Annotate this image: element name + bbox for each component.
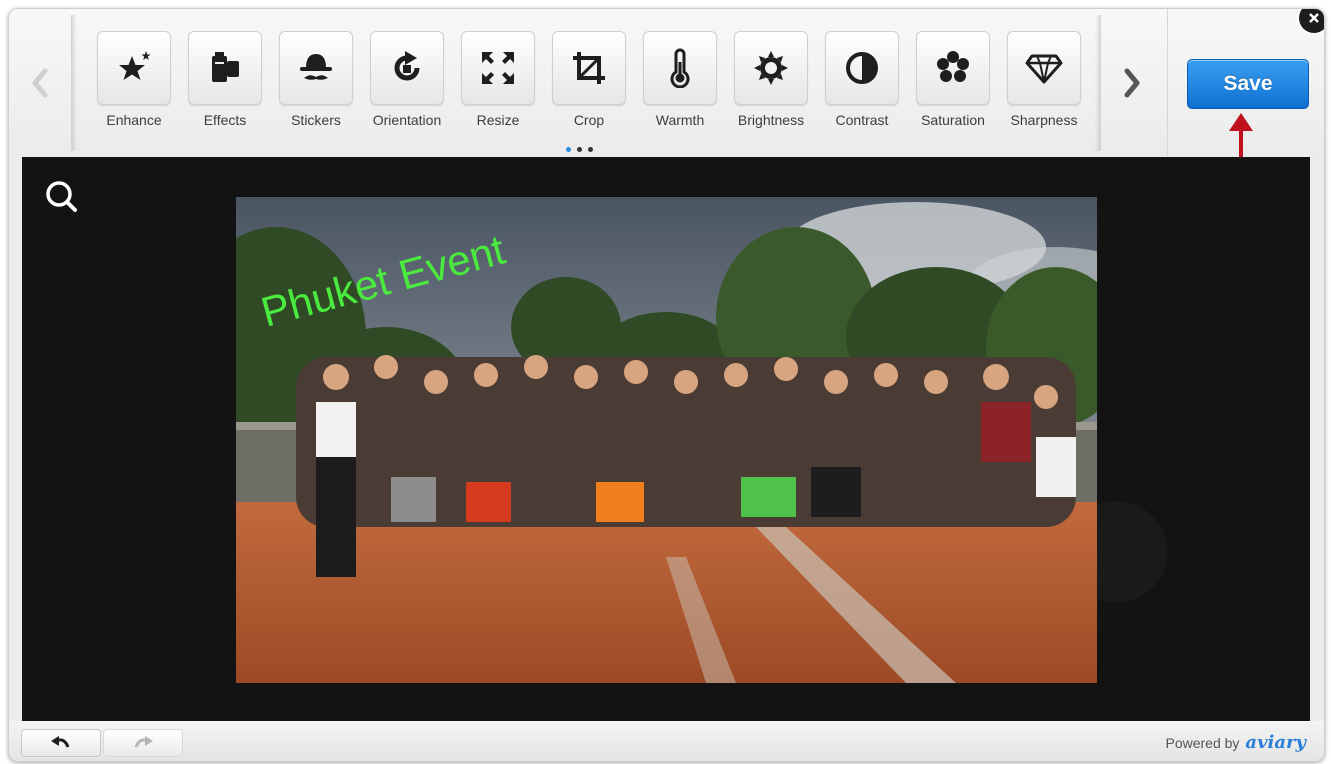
tool-label: Contrast bbox=[835, 112, 889, 128]
effects-icon bbox=[212, 52, 239, 82]
stickers-tool[interactable]: Stickers bbox=[268, 31, 364, 131]
page-indicator bbox=[566, 147, 593, 152]
close-icon bbox=[1309, 13, 1319, 23]
contrast-tile bbox=[825, 31, 899, 105]
photo-editor-window: Enhance Effects Stickers Orientation Res… bbox=[8, 8, 1325, 762]
tool-label: Enhance bbox=[106, 112, 162, 128]
tool-label: Brightness bbox=[737, 112, 805, 128]
group-photo: Phuket Event bbox=[236, 197, 1097, 683]
page-dot[interactable] bbox=[577, 147, 582, 152]
tool-label: Resize bbox=[476, 112, 520, 128]
brightness-tool[interactable]: Brightness bbox=[723, 31, 819, 131]
diamond-icon bbox=[1025, 54, 1063, 84]
stickers-tile bbox=[279, 31, 353, 105]
resize-tool[interactable]: Resize bbox=[450, 31, 546, 131]
sun-icon bbox=[754, 51, 788, 85]
enhance-icon bbox=[119, 51, 151, 80]
thermometer-icon bbox=[670, 48, 690, 88]
save-button[interactable]: Save bbox=[1187, 59, 1309, 109]
brightness-tile bbox=[734, 31, 808, 105]
tool-label: Stickers bbox=[291, 112, 341, 128]
resize-tile bbox=[461, 31, 535, 105]
effects-tool[interactable]: Effects bbox=[177, 31, 273, 131]
orientation-icon bbox=[394, 51, 420, 81]
previous-tools-button[interactable] bbox=[25, 61, 55, 105]
toolbar-divider bbox=[1167, 9, 1168, 156]
contrast-tool[interactable]: Contrast bbox=[814, 31, 910, 131]
enhance-tile bbox=[97, 31, 171, 105]
tools-rail: Enhance Effects Stickers Orientation Res… bbox=[71, 15, 1101, 151]
enhance-tool[interactable]: Enhance bbox=[86, 31, 182, 131]
photo-floor bbox=[236, 502, 1097, 683]
warmth-tile bbox=[643, 31, 717, 105]
saturation-icon bbox=[937, 51, 969, 82]
zoom-icon[interactable] bbox=[44, 179, 80, 215]
crop-icon bbox=[573, 52, 605, 84]
tool-label: Crop bbox=[573, 112, 605, 128]
orientation-tool[interactable]: Orientation bbox=[359, 31, 455, 131]
stickers-icon bbox=[300, 54, 332, 80]
powered-by-text: Powered by bbox=[1165, 735, 1240, 751]
crop-tile bbox=[552, 31, 626, 105]
toolbar: Enhance Effects Stickers Orientation Res… bbox=[9, 9, 1324, 231]
next-tools-button[interactable] bbox=[1117, 61, 1147, 105]
tool-label: Orientation bbox=[372, 112, 442, 128]
bottom-bar: Powered by aviary bbox=[9, 721, 1324, 761]
page-dot[interactable] bbox=[588, 147, 593, 152]
crop-tool[interactable]: Crop bbox=[541, 31, 637, 131]
saturation-tile bbox=[916, 31, 990, 105]
chevron-right-icon bbox=[1124, 68, 1140, 98]
redo-button[interactable] bbox=[103, 729, 183, 757]
orientation-tile bbox=[370, 31, 444, 105]
contrast-icon bbox=[846, 52, 878, 84]
chevron-left-icon bbox=[32, 68, 48, 98]
image-canvas: Phuket Event bbox=[22, 157, 1310, 721]
aviary-logo[interactable]: aviary bbox=[1245, 732, 1306, 753]
tool-label: Saturation bbox=[921, 112, 985, 128]
sharpness-tool[interactable]: Sharpness bbox=[996, 31, 1092, 131]
tool-label: Warmth bbox=[655, 112, 705, 128]
powered-by-credit: Powered by aviary bbox=[1165, 732, 1306, 753]
sharpness-tile bbox=[1007, 31, 1081, 105]
tool-label: Effects bbox=[203, 112, 247, 128]
tool-label: Sharpness bbox=[1010, 112, 1078, 128]
saturation-tool[interactable]: Saturation bbox=[905, 31, 1001, 131]
redo-icon bbox=[134, 736, 153, 748]
page-dot[interactable] bbox=[566, 147, 571, 152]
warmth-tool[interactable]: Warmth bbox=[632, 31, 728, 131]
effects-tile bbox=[188, 31, 262, 105]
undo-button[interactable] bbox=[21, 729, 101, 757]
resize-icon bbox=[482, 52, 514, 84]
undo-icon bbox=[51, 736, 70, 748]
